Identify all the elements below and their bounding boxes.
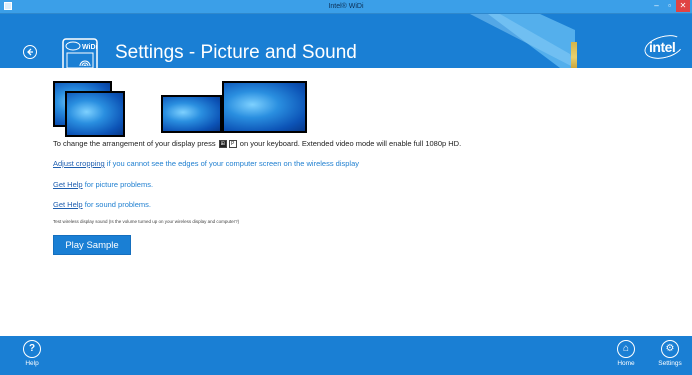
question-icon: ? xyxy=(23,340,41,358)
sound-help-link[interactable]: Get Help xyxy=(53,200,83,209)
picture-help-line: Get Help for picture problems. xyxy=(53,180,153,190)
picture-help-text: for picture problems. xyxy=(82,180,154,189)
home-label: Home xyxy=(617,360,635,367)
help-button[interactable]: ? Help xyxy=(14,340,50,368)
header: WiDi Settings - Picture and Sound intel xyxy=(0,14,692,68)
decorative-strip xyxy=(571,42,577,68)
svg-text:WiDi: WiDi xyxy=(82,44,98,51)
window-title: Intel® WiDi xyxy=(328,3,364,10)
arrangement-text-end: on your keyboard. Extended video mode wi… xyxy=(239,139,462,148)
windows-key-icon: ⊞ xyxy=(218,140,227,149)
page-title: Settings - Picture and Sound xyxy=(115,42,357,63)
sound-help-text: for sound problems. xyxy=(82,200,151,209)
home-button[interactable]: ⌂ Home xyxy=(608,340,644,368)
title-bar: Intel® WiDi – ▫ ✕ xyxy=(0,0,692,14)
widi-logo-icon: WiDi xyxy=(62,38,98,68)
intel-logo-icon: intel xyxy=(641,31,687,63)
p-key-icon: P xyxy=(228,140,237,149)
close-icon[interactable]: ✕ xyxy=(676,0,690,12)
arrangement-text: To change the arrangement of your displa… xyxy=(53,139,216,148)
minimize-icon[interactable]: – xyxy=(650,0,663,12)
settings-label: Settings xyxy=(658,360,682,367)
maximize-icon[interactable]: ▫ xyxy=(663,0,676,12)
crop-help-text: if you cannot see the edges of your comp… xyxy=(104,159,360,168)
arrangement-instructions: To change the arrangement of your displa… xyxy=(53,139,461,149)
crop-help-line: Adjust cropping if you cannot see the ed… xyxy=(53,159,359,169)
back-arrow-icon[interactable] xyxy=(23,45,37,59)
gear-icon: ⚙ xyxy=(661,340,679,358)
bottom-app-bar: ? Help ⌂ Home ⚙ Settings xyxy=(0,336,692,375)
monitor-icon xyxy=(161,95,222,133)
monitor-icon xyxy=(65,91,125,137)
sound-test-note: Test wireless display sound (Is the volu… xyxy=(53,219,240,224)
picture-help-link[interactable]: Get Help xyxy=(53,180,83,189)
monitor-icon xyxy=(222,81,307,133)
settings-button[interactable]: ⚙ Settings xyxy=(652,340,688,368)
window-controls: – ▫ ✕ xyxy=(650,0,690,13)
sound-help-line: Get Help for sound problems. xyxy=(53,200,151,210)
play-sample-button[interactable]: Play Sample xyxy=(53,235,131,255)
adjust-cropping-link[interactable]: Adjust cropping xyxy=(53,159,105,168)
home-icon: ⌂ xyxy=(617,340,635,358)
help-label: Help xyxy=(25,360,39,367)
